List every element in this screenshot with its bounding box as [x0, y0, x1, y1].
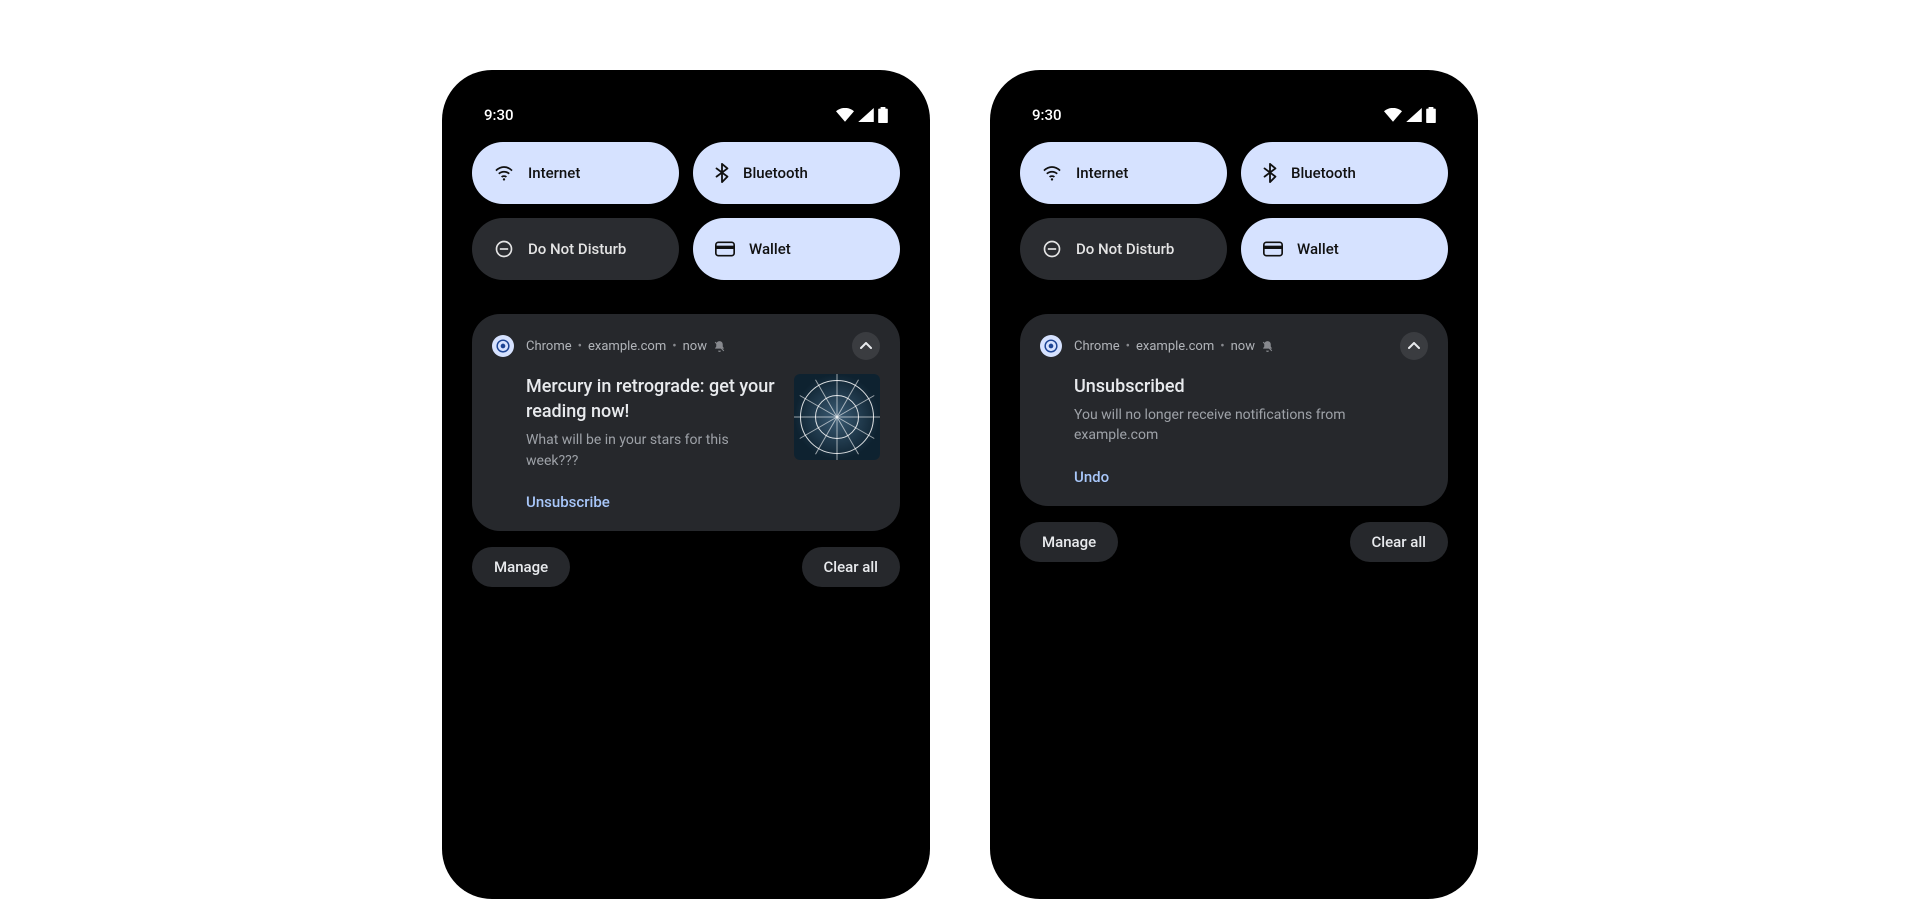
wifi-icon [494, 165, 514, 181]
clear-all-button[interactable]: Clear all [1350, 522, 1449, 562]
wallet-icon [715, 241, 735, 257]
unsubscribe-button[interactable]: Unsubscribe [492, 493, 880, 511]
undo-button[interactable]: Undo [1040, 468, 1428, 486]
qs-tile-wallet[interactable]: Wallet [1241, 218, 1448, 280]
notification-body: Unsubscribed You will no longer receive … [1040, 374, 1428, 446]
qs-tile-bluetooth[interactable]: Bluetooth [693, 142, 900, 204]
notification-app-name: Chrome [1074, 339, 1120, 354]
signal-status-icon [1406, 108, 1422, 122]
qs-tile-internet[interactable]: Internet [1020, 142, 1227, 204]
wifi-status-icon [1384, 108, 1402, 122]
wifi-status-icon [836, 108, 854, 122]
qs-tile-dnd[interactable]: Do Not Disturb [472, 218, 679, 280]
notification-subtitle: What will be in your stars for this week… [526, 430, 780, 471]
notification-title: Unsubscribed [1074, 374, 1428, 399]
separator-dot: • [1126, 339, 1130, 354]
notification-subtitle: You will no longer receive notifications… [1074, 405, 1428, 446]
notification-thumbnail [794, 374, 880, 460]
separator-dot: • [578, 339, 582, 354]
screen: 9:30 Internet Bluetooth Do [456, 84, 916, 885]
status-icons [1384, 107, 1436, 123]
clear-all-button[interactable]: Clear all [802, 547, 901, 587]
qs-tile-label: Wallet [749, 240, 791, 258]
notification-app-name: Chrome [526, 339, 572, 354]
bell-icon [1261, 340, 1274, 353]
battery-status-icon [1426, 107, 1436, 123]
notification-header: Chrome • example.com • now [1040, 332, 1428, 360]
qs-tile-label: Internet [1076, 164, 1128, 182]
notification-card[interactable]: Chrome • example.com • now Unsubscribed [1020, 314, 1448, 506]
notification-time: now [683, 339, 707, 354]
qs-tile-internet[interactable]: Internet [472, 142, 679, 204]
wifi-icon [1042, 165, 1062, 181]
separator-dot: • [1220, 339, 1224, 354]
status-bar: 9:30 [1020, 102, 1448, 142]
notification-footer: Manage Clear all [472, 547, 900, 587]
notification-card[interactable]: Chrome • example.com • now Mercury in re… [472, 314, 900, 531]
notification-title: Mercury in retrograde: get your reading … [526, 374, 780, 424]
bluetooth-icon [1263, 163, 1277, 183]
manage-button[interactable]: Manage [1020, 522, 1118, 562]
qs-tile-label: Internet [528, 164, 580, 182]
phone-mockup-left: 9:30 Internet Bluetooth Do [442, 70, 930, 899]
bluetooth-icon [715, 163, 729, 183]
dnd-icon [1042, 239, 1062, 259]
qs-tile-label: Do Not Disturb [1076, 240, 1174, 258]
qs-tile-label: Bluetooth [1291, 164, 1356, 182]
status-bar: 9:30 [472, 102, 900, 142]
qs-tile-label: Do Not Disturb [528, 240, 626, 258]
status-time: 9:30 [484, 106, 514, 124]
bell-icon [713, 340, 726, 353]
status-time: 9:30 [1032, 106, 1062, 124]
quick-settings: Internet Bluetooth Do Not Disturb Wallet [1020, 142, 1448, 280]
chrome-app-icon [492, 335, 514, 357]
status-icons [836, 107, 888, 123]
chrome-app-icon [1040, 335, 1062, 357]
quick-settings: Internet Bluetooth Do Not Disturb Wallet [472, 142, 900, 280]
qs-tile-dnd[interactable]: Do Not Disturb [1020, 218, 1227, 280]
notification-site: example.com [1136, 339, 1214, 354]
screen: 9:30 Internet Bluetooth Do [1004, 84, 1464, 885]
wallet-icon [1263, 241, 1283, 257]
notification-body: Mercury in retrograde: get your reading … [492, 374, 880, 471]
qs-tile-label: Wallet [1297, 240, 1339, 258]
qs-tile-wallet[interactable]: Wallet [693, 218, 900, 280]
chevron-up-icon [1408, 342, 1420, 350]
notification-time: now [1231, 339, 1255, 354]
battery-status-icon [878, 107, 888, 123]
manage-button[interactable]: Manage [472, 547, 570, 587]
collapse-button[interactable] [1400, 332, 1428, 360]
notification-site: example.com [588, 339, 666, 354]
separator-dot: • [672, 339, 676, 354]
chevron-up-icon [860, 342, 872, 350]
qs-tile-bluetooth[interactable]: Bluetooth [1241, 142, 1448, 204]
phone-mockup-right: 9:30 Internet Bluetooth Do [990, 70, 1478, 899]
dnd-icon [494, 239, 514, 259]
collapse-button[interactable] [852, 332, 880, 360]
signal-status-icon [858, 108, 874, 122]
qs-tile-label: Bluetooth [743, 164, 808, 182]
notification-footer: Manage Clear all [1020, 522, 1448, 562]
notification-header: Chrome • example.com • now [492, 332, 880, 360]
